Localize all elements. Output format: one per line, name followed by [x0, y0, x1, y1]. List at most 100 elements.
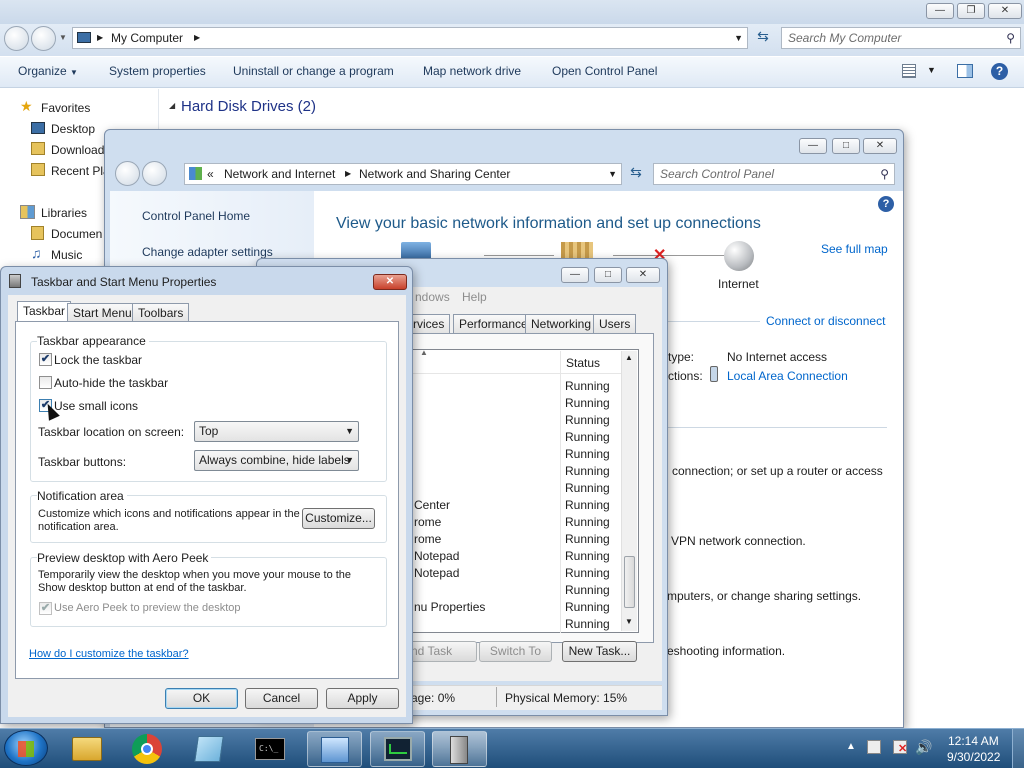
taskbar-explorer[interactable]	[60, 731, 115, 767]
tm-tab-networking[interactable]: Networking	[525, 314, 598, 333]
collapse-arrow-icon[interactable]: ◢	[169, 101, 175, 110]
clock-time[interactable]: 12:14 AM	[948, 734, 999, 748]
address-dropdown-icon[interactable]: ▼	[734, 28, 743, 48]
address-bar[interactable]: ▶ My Computer ▶ ▼	[72, 27, 748, 49]
search-input[interactable]: Search My Computer ⚲	[781, 27, 1021, 49]
cp-maximize-button[interactable]: □	[832, 138, 860, 154]
nav-downloads[interactable]: Download	[51, 143, 104, 157]
customize-button[interactable]: Customize...	[302, 508, 375, 529]
table-row[interactable]: Running	[408, 445, 620, 461]
tm-close-button[interactable]: ✕	[626, 267, 660, 283]
scroll-up-icon[interactable]: ▲	[625, 353, 633, 362]
scroll-thumb[interactable]	[624, 556, 635, 608]
tm-menu-windows[interactable]: ndows	[415, 290, 450, 304]
task-snippet-2[interactable]: VPN network connection.	[671, 534, 806, 548]
table-row[interactable]: Notepad Running	[408, 564, 620, 580]
nav-music[interactable]: Music	[51, 248, 82, 262]
cp-search-input[interactable]: Search Control Panel ⚲	[653, 163, 895, 185]
tm-new-task-button[interactable]: New Task...	[562, 641, 637, 662]
table-row[interactable]: Running	[408, 462, 620, 478]
restore-button[interactable]: ❐	[957, 3, 985, 19]
tab-toolbars[interactable]: Toolbars	[132, 303, 190, 322]
cp-breadcrumb-root[interactable]: «	[207, 164, 214, 184]
connect-disconnect-link[interactable]: Connect or disconnect	[766, 314, 885, 328]
scroll-down-icon[interactable]: ▼	[625, 617, 633, 626]
autohide-checkbox[interactable]	[39, 376, 52, 389]
cp-help-icon[interactable]: ?	[878, 196, 894, 212]
cancel-button[interactable]: Cancel	[245, 688, 318, 709]
organize-menu[interactable]: Organize ▼	[18, 64, 78, 78]
search-icon[interactable]: ⚲	[1006, 28, 1015, 48]
nav-favorites[interactable]: Favorites	[41, 101, 90, 115]
tm-tab-services[interactable]: rvices	[407, 314, 451, 333]
minimize-button[interactable]: —	[926, 3, 954, 19]
refresh-button[interactable]: ⇆	[752, 28, 774, 48]
task-snippet-1[interactable]: connection; or set up a router or access	[672, 464, 883, 478]
aero-peek-label[interactable]: Use Aero Peek to preview the desktop	[54, 602, 241, 614]
search-icon[interactable]: ⚲	[880, 164, 889, 184]
task-snippet-4[interactable]: eshooting information.	[667, 644, 785, 658]
open-control-panel-button[interactable]: Open Control Panel	[552, 64, 657, 78]
small-icons-label[interactable]: Use small icons	[54, 399, 138, 413]
cp-back-button[interactable]	[115, 161, 140, 186]
nav-libraries[interactable]: Libraries	[41, 206, 87, 220]
tm-switch-to-button[interactable]: Switch To	[479, 641, 552, 662]
tm-minimize-button[interactable]: —	[561, 267, 589, 283]
cp-address-dropdown-icon[interactable]: ▼	[608, 164, 617, 184]
nav-desktop[interactable]: Desktop	[51, 122, 95, 136]
tm-end-task-button[interactable]: nd Task	[407, 641, 477, 662]
aero-peek-checkbox[interactable]: ✔	[39, 602, 52, 615]
show-hidden-icons-button[interactable]: ▲	[846, 741, 856, 752]
start-button[interactable]	[4, 730, 48, 766]
table-row[interactable]: Running	[408, 377, 620, 393]
table-row[interactable]: Running	[408, 428, 620, 444]
back-button[interactable]	[4, 26, 29, 51]
lock-taskbar-checkbox[interactable]: ✔	[39, 353, 52, 366]
dialog-close-button[interactable]: ✕	[373, 274, 407, 290]
taskbar-control-panel[interactable]	[307, 731, 362, 767]
table-row[interactable]: Notepad Running	[408, 547, 620, 563]
ok-button[interactable]: OK	[165, 688, 238, 709]
uninstall-program-button[interactable]: Uninstall or change a program	[233, 64, 394, 78]
table-row[interactable]: Running	[408, 615, 620, 631]
table-row[interactable]: nu Properties Running	[408, 598, 620, 614]
cp-breadcrumb-network-internet[interactable]: Network and Internet	[224, 164, 335, 184]
preview-pane-icon[interactable]	[957, 64, 973, 78]
cp-link-control-panel-home[interactable]: Control Panel Home	[142, 209, 250, 223]
taskbar-cmd[interactable]: C:\_	[243, 731, 298, 767]
nav-documents[interactable]: Documen	[51, 227, 102, 241]
cp-link-change-adapter[interactable]: Change adapter settings	[142, 245, 273, 259]
tm-tab-performance[interactable]: Performance	[453, 314, 534, 333]
tab-taskbar[interactable]: Taskbar	[17, 301, 72, 322]
network-tray-icon[interactable]: ✕	[893, 740, 907, 755]
help-link[interactable]: How do I customize the taskbar?	[29, 648, 189, 660]
nav-recent-places[interactable]: Recent Pla	[51, 164, 110, 178]
system-properties-button[interactable]: System properties	[109, 64, 206, 78]
map-network-drive-button[interactable]: Map network drive	[423, 64, 521, 78]
table-row[interactable]: Running	[408, 479, 620, 495]
tm-maximize-button[interactable]: □	[594, 267, 622, 283]
action-center-icon[interactable]	[867, 740, 881, 754]
table-row[interactable]: rome Running	[408, 513, 620, 529]
cp-breadcrumb-sharing-center[interactable]: Network and Sharing Center	[359, 164, 510, 184]
taskbar-taskbar-properties[interactable]	[432, 731, 487, 767]
taskbar-notepad[interactable]	[182, 731, 237, 767]
forward-button[interactable]	[31, 26, 56, 51]
buttons-select[interactable]: Always combine, hide labels ▼	[194, 450, 359, 471]
cp-refresh-button[interactable]: ⇆	[625, 164, 647, 184]
table-row[interactable]: Running	[408, 411, 620, 427]
apply-button[interactable]: Apply	[326, 688, 399, 709]
tab-start-menu[interactable]: Start Menu	[67, 303, 138, 322]
clock-date[interactable]: 9/30/2022	[947, 750, 1000, 764]
tm-menu-help[interactable]: Help	[462, 290, 487, 304]
close-button[interactable]: ✕	[988, 3, 1022, 19]
local-area-connection-link[interactable]: Local Area Connection	[727, 369, 848, 383]
show-desktop-button[interactable]	[1012, 729, 1024, 768]
views-dropdown-icon[interactable]: ▼	[927, 65, 936, 75]
breadcrumb-my-computer[interactable]: My Computer	[111, 28, 183, 48]
see-full-map-link[interactable]: See full map	[821, 242, 888, 256]
taskbar-task-manager[interactable]	[370, 731, 425, 767]
tm-tab-users[interactable]: Users	[593, 314, 637, 333]
taskbar-chrome[interactable]	[121, 731, 176, 767]
autohide-label[interactable]: Auto-hide the taskbar	[54, 376, 168, 390]
